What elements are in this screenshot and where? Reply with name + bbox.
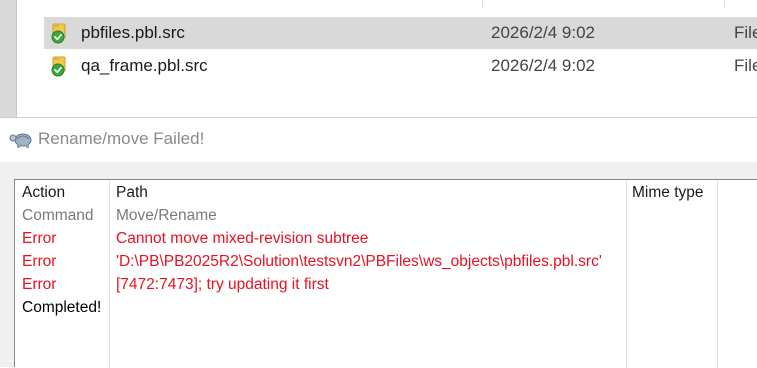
log-row-action[interactable]: Error: [22, 230, 56, 248]
log-row-action[interactable]: Error: [22, 276, 56, 294]
svn-folder-normal-icon: [50, 55, 70, 77]
column-divider[interactable]: [626, 180, 627, 368]
log-row-path[interactable]: Move/Rename: [116, 207, 217, 225]
rename-move-failed-dialog: Rename/move Failed! Action Path Mime typ…: [0, 118, 757, 368]
column-divider[interactable]: [109, 180, 110, 368]
navigation-pane-edge: [0, 0, 17, 118]
file-type: File: [734, 23, 757, 42]
file-date-modified: 2026/2/4 9:02: [491, 56, 595, 75]
log-row-path[interactable]: Cannot move mixed-revision subtree: [116, 230, 368, 248]
dialog-titlebar[interactable]: Rename/move Failed!: [0, 118, 757, 162]
file-date-modified: 2026/2/4 9:02: [491, 23, 595, 42]
log-row-action[interactable]: Error: [22, 253, 56, 271]
log-row-action[interactable]: Completed!: [22, 299, 101, 317]
column-divider[interactable]: [482, 0, 483, 8]
column-header-action[interactable]: Action: [22, 184, 65, 202]
dialog-title: Rename/move Failed!: [38, 129, 205, 148]
file-name: qa_frame.pbl.src: [81, 56, 208, 75]
tortoise-icon: [9, 127, 35, 151]
file-row-qa-frame[interactable]: qa_frame.pbl.src 2026/2/4 9:02 File: [44, 50, 757, 82]
file-explorer-pane: pbfiles.pbl.src 2026/2/4 9:02 File qa_fr…: [0, 0, 757, 118]
log-row-action[interactable]: Command: [22, 207, 94, 225]
file-row-pbfiles[interactable]: pbfiles.pbl.src 2026/2/4 9:02 File: [44, 17, 757, 49]
log-row-path[interactable]: 'D:\PB\PB2025R2\Solution\testsvn2\PBFile…: [116, 253, 602, 271]
column-header-path[interactable]: Path: [116, 184, 148, 202]
log-list[interactable]: Action Path Mime type Command Move/Renam…: [14, 179, 757, 368]
log-row-path[interactable]: [7472:7473]; try updating it first: [116, 276, 329, 294]
file-type: File: [734, 56, 757, 75]
svn-folder-normal-icon: [50, 22, 70, 44]
column-divider[interactable]: [724, 0, 725, 8]
column-divider[interactable]: [717, 180, 718, 368]
column-header-mime-type[interactable]: Mime type: [632, 184, 704, 202]
file-name: pbfiles.pbl.src: [81, 23, 185, 42]
